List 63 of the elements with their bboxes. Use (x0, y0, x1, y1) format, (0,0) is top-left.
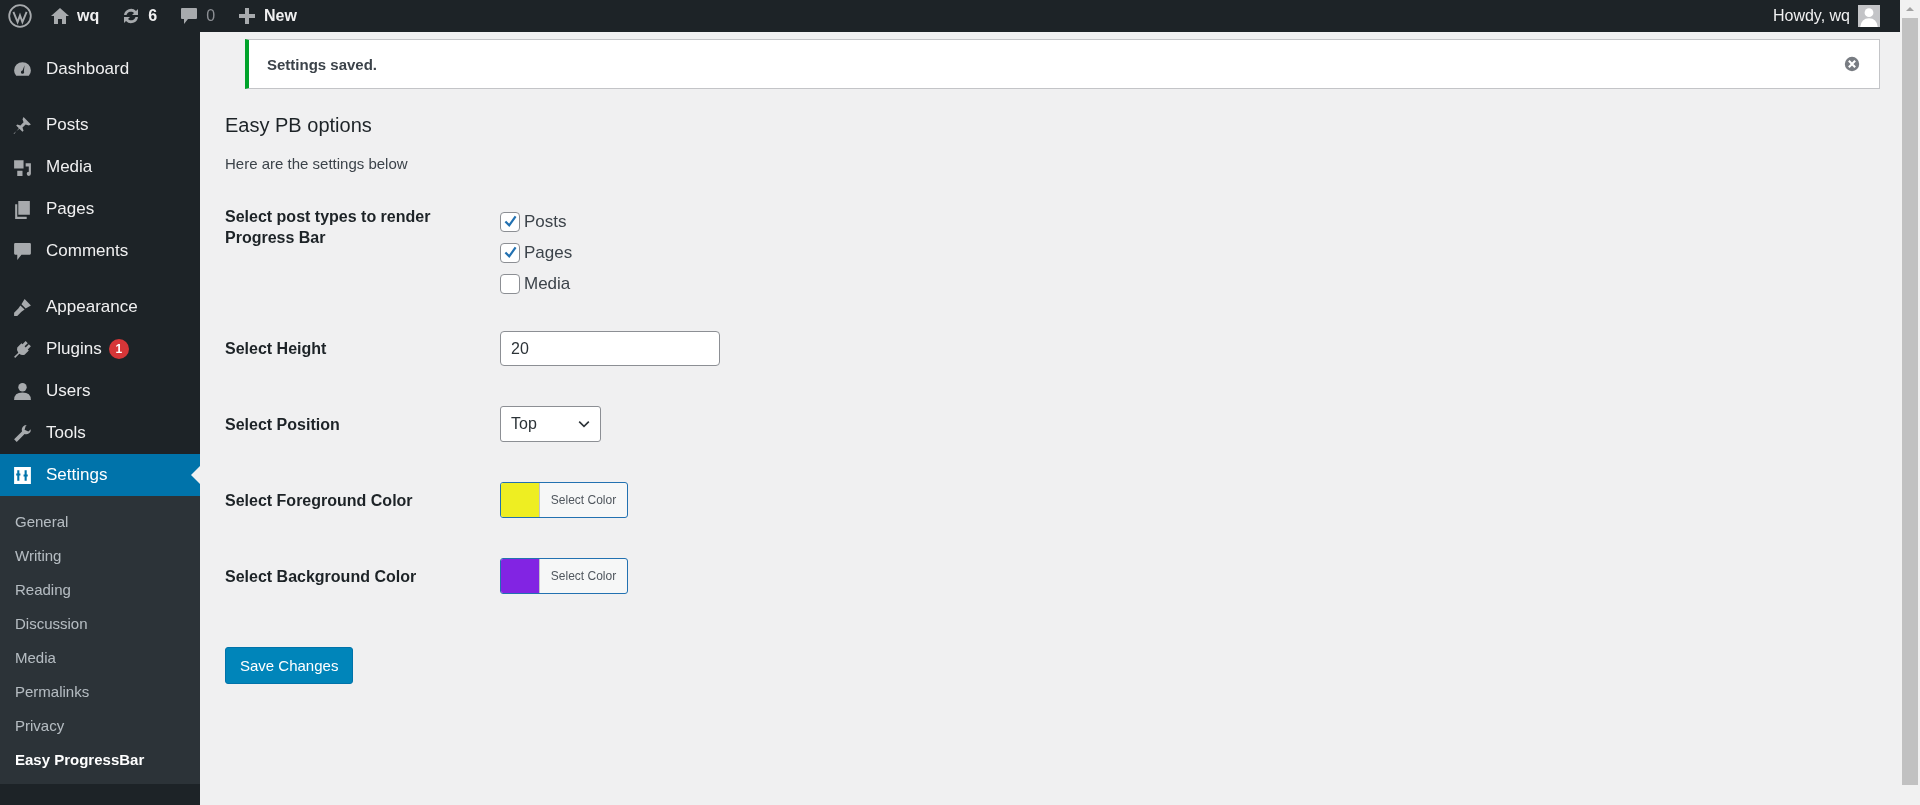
current-pointer-icon (191, 466, 200, 484)
updates-count: 6 (148, 7, 158, 25)
submenu-item[interactable]: Reading (0, 572, 200, 606)
checkbox-label: Posts (524, 211, 567, 232)
site-name: wq (77, 7, 100, 25)
menu-item[interactable]: Pages (0, 188, 200, 230)
menu-item[interactable]: Tools (0, 412, 200, 454)
greeting: Howdy, wq (1772, 7, 1850, 25)
checkbox[interactable] (500, 211, 520, 232)
notice-message: Settings saved. (267, 55, 378, 73)
submenu-item[interactable]: Discussion (0, 606, 200, 640)
plus-icon (237, 6, 258, 26)
sliders-icon (12, 464, 33, 486)
plug-icon (12, 338, 33, 360)
menu-item[interactable]: Media (0, 146, 200, 188)
color-picker-button[interactable]: Select Color (500, 558, 628, 594)
comment-icon (179, 6, 200, 26)
comment-icon (12, 240, 33, 262)
home-icon (50, 6, 70, 26)
site-name-link[interactable]: wq (50, 6, 100, 26)
wordpress-logo-icon[interactable] (8, 4, 32, 28)
submenu-item[interactable]: Writing (0, 538, 200, 572)
save-changes-button[interactable]: Save Changes (225, 647, 354, 684)
position-dropdown[interactable]: Top (500, 406, 601, 442)
user-icon (12, 380, 33, 402)
checkbox-label: Media (524, 273, 571, 294)
menu-item[interactable]: Appearance (0, 286, 200, 328)
avatar-icon (1858, 5, 1880, 27)
account-link[interactable]: Howdy, wq (1772, 5, 1880, 27)
menu-item[interactable]: Settings (0, 454, 200, 496)
submenu-item[interactable]: General (0, 504, 200, 538)
field-label: Select Background Color (225, 566, 418, 587)
wrench-icon (12, 422, 33, 444)
close-icon[interactable] (1843, 55, 1861, 73)
brush-icon (12, 296, 33, 318)
height-input[interactable]: 20 (500, 331, 720, 366)
page-title: Easy PB options (225, 113, 373, 138)
color-picker-button[interactable]: Select Color (500, 482, 628, 518)
field-label: Select post types to render Progress Bar (225, 207, 432, 248)
field-label: Select Height (225, 339, 328, 359)
page-description: Here are the settings below (225, 154, 409, 174)
menu-item[interactable]: Users (0, 370, 200, 412)
menu-item[interactable]: Comments (0, 230, 200, 272)
new-label: New (264, 7, 297, 25)
menu-item[interactable]: Plugins 1 (0, 328, 200, 370)
comments-link[interactable]: 0 (179, 6, 216, 26)
checkbox-label: Pages (524, 242, 573, 263)
submenu-item[interactable]: Easy ProgressBar (0, 742, 200, 776)
submenu-item[interactable]: Permalinks (0, 674, 200, 708)
update-badge: 1 (108, 339, 129, 359)
updates-link[interactable]: 6 (121, 6, 158, 26)
new-link[interactable]: New (237, 6, 297, 26)
checkbox[interactable] (500, 273, 520, 294)
pages-icon (12, 198, 33, 220)
submenu-item[interactable]: Media (0, 640, 200, 674)
field-label: Select Foreground Color (225, 490, 414, 511)
menu-item[interactable]: Posts (0, 104, 200, 146)
comments-count: 0 (206, 7, 216, 25)
checkbox[interactable] (500, 242, 520, 263)
field-label: Select Position (225, 414, 341, 435)
submenu-item[interactable]: Privacy (0, 708, 200, 742)
scroll-up-arrow-icon[interactable] (1905, 6, 1915, 12)
menu-item[interactable]: Dashboard (0, 48, 200, 90)
